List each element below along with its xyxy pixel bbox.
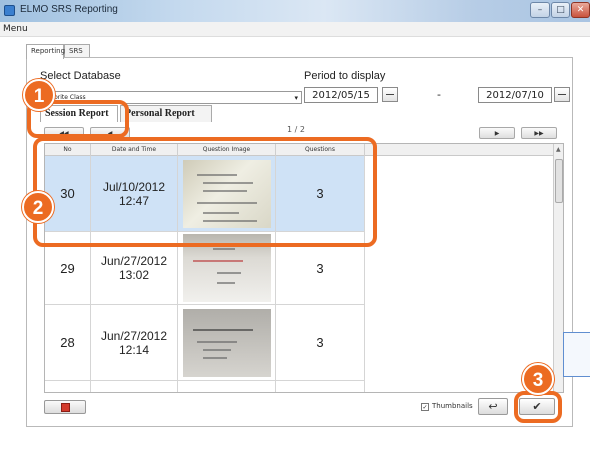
- app-icon: [4, 5, 15, 16]
- period-to-calendar-button[interactable]: [554, 87, 570, 102]
- table-row[interactable]: [45, 381, 365, 392]
- question-thumbnail[interactable]: [182, 308, 271, 377]
- row-date: Jun/27/2012: [100, 254, 168, 268]
- chevron-down-icon: ▾: [294, 94, 298, 102]
- undo-icon: ↩: [488, 400, 498, 413]
- close-button[interactable]: ✕: [571, 2, 590, 18]
- window-title: ELMO SRS Reporting: [20, 4, 118, 15]
- callout-box-3: [514, 391, 562, 423]
- row-image-cell: [178, 305, 276, 380]
- callout-badge-2: 2: [22, 191, 54, 223]
- next-page-button[interactable]: ▶: [479, 127, 515, 139]
- row-number: 28: [45, 305, 91, 380]
- thumbnails-checkbox[interactable]: ✓: [421, 403, 429, 411]
- callout-badge-1: 1: [23, 79, 55, 111]
- undo-button[interactable]: ↩: [478, 398, 508, 415]
- row-questions: 3: [276, 305, 365, 380]
- scrollbar-thumb[interactable]: [555, 159, 563, 203]
- period-to-field[interactable]: 2012/07/10: [478, 87, 552, 103]
- scroll-up-icon[interactable]: ▲: [556, 146, 561, 153]
- minimize-button[interactable]: –: [530, 2, 550, 18]
- select-database-label: Select Database: [40, 70, 121, 82]
- row-datetime: Jun/27/2012 12:14: [91, 305, 178, 380]
- trash-icon: [61, 403, 70, 412]
- table-row[interactable]: 28 Jun/27/2012 12:14 3: [45, 305, 365, 381]
- row-date: Jun/27/2012: [100, 328, 168, 343]
- menu-item-menu[interactable]: Menu: [3, 24, 28, 34]
- callout-box-2: [33, 137, 377, 247]
- side-panel-edge: [563, 332, 590, 377]
- tab-personal-report[interactable]: Personal Report: [120, 105, 212, 122]
- period-from-calendar-button[interactable]: [382, 87, 398, 102]
- period-separator: -: [437, 88, 441, 101]
- title-bar: ELMO SRS Reporting – □ ✕: [0, 0, 590, 22]
- menu-bar: Menu: [0, 22, 590, 37]
- page-info: 1 / 2: [287, 125, 305, 134]
- delete-button[interactable]: [44, 400, 86, 414]
- period-from-field[interactable]: 2012/05/15: [304, 87, 378, 103]
- callout-badge-3: 3: [522, 363, 554, 395]
- row-time: 12:14: [118, 342, 150, 357]
- tab-reporting[interactable]: Reporting: [26, 44, 65, 59]
- tab-srs[interactable]: SRS: [64, 44, 90, 58]
- row-time: 13:02: [118, 268, 150, 282]
- period-label: Period to display: [304, 70, 386, 82]
- thumbnails-label: Thumbnails: [432, 402, 473, 410]
- maximize-button[interactable]: □: [551, 2, 570, 18]
- last-page-button[interactable]: ▶▶: [521, 127, 557, 139]
